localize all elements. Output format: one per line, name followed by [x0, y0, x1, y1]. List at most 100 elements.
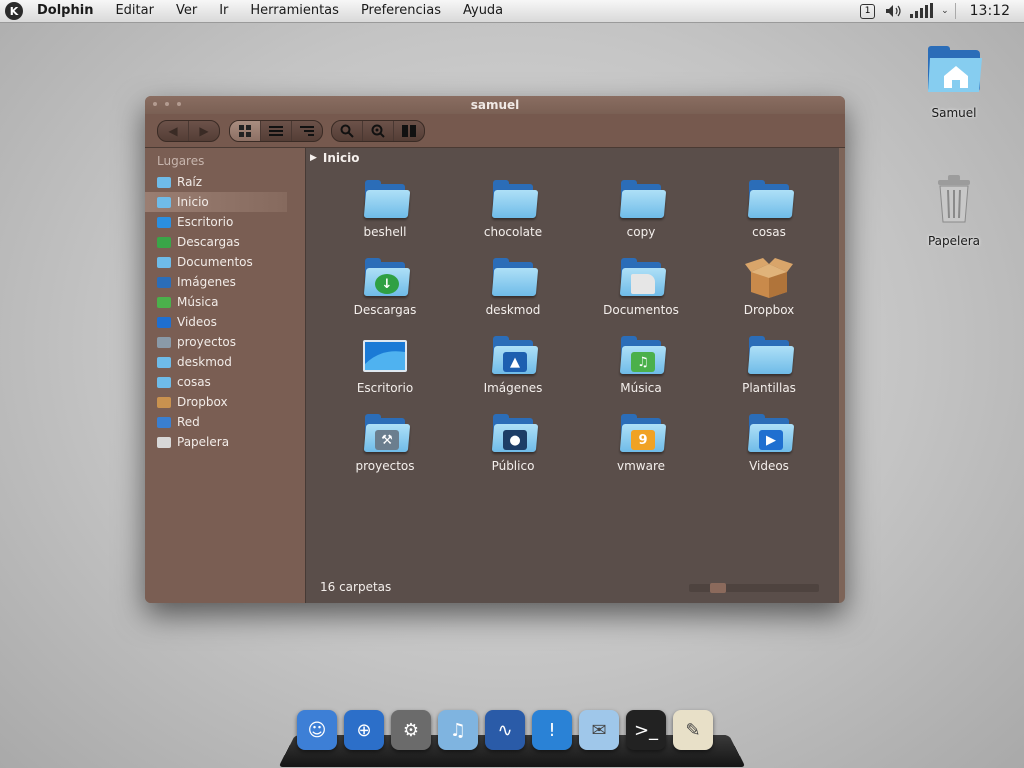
menu-app-name[interactable]: Dolphin — [29, 0, 104, 22]
itunes-icon[interactable]: ♫ — [438, 710, 478, 750]
sidebar-item-descargas[interactable]: Descargas — [145, 232, 305, 252]
mail-icon[interactable]: ✉ — [579, 710, 619, 750]
file-item-label: Escritorio — [356, 381, 414, 395]
system-tray: 1 ⌄ 13:12 — [860, 0, 1024, 22]
file-item[interactable]: 9 vmware — [577, 412, 705, 476]
sidebar-item-raiz[interactable]: Raíz — [145, 172, 305, 192]
file-item[interactable]: ▲ Imágenes — [449, 334, 577, 398]
find-button[interactable] — [363, 121, 394, 141]
terminal-icon[interactable]: >_ — [626, 710, 666, 750]
sidebar-item-inicio[interactable]: Inicio — [145, 192, 287, 212]
forward-icon: ▶ — [199, 124, 209, 138]
file-item[interactable]: Plantillas — [705, 334, 833, 398]
sidebar-item-papelera[interactable]: Papelera — [145, 432, 305, 452]
volume-icon[interactable] — [885, 4, 903, 18]
notifications-icon[interactable]: ! — [532, 710, 572, 750]
finder-icon[interactable]: ☺ — [297, 710, 337, 750]
sidebar-item-videos[interactable]: Videos — [145, 312, 305, 332]
file-item[interactable]: Escritorio — [321, 334, 449, 398]
desktop-icon-trash[interactable]: Papelera — [914, 172, 994, 248]
file-item[interactable]: copy — [577, 178, 705, 242]
maximize-dot-icon[interactable] — [177, 102, 181, 106]
menu-herramientas[interactable]: Herramientas — [239, 0, 350, 22]
projects-folder-icon — [157, 336, 171, 348]
sidebar-item-cosas[interactable]: cosas — [145, 372, 305, 392]
file-item[interactable]: deskmod — [449, 256, 577, 320]
file-item[interactable]: ♫ Música — [577, 334, 705, 398]
file-item[interactable]: Documentos — [577, 256, 705, 320]
file-item[interactable]: ⚒ proyectos — [321, 412, 449, 476]
sidebar-item-dropbox[interactable]: Dropbox — [145, 392, 305, 412]
menu-editar[interactable]: Editar — [104, 0, 165, 22]
desktop-icon-home[interactable]: Samuel — [914, 42, 994, 120]
view-mode-group — [229, 120, 323, 142]
safari-icon[interactable]: ⊕ — [344, 710, 384, 750]
file-item[interactable]: Dropbox — [705, 256, 833, 320]
places-sidebar: Lugares Raíz Inicio Escritorio Descargas… — [145, 148, 305, 603]
file-item[interactable]: ↓ Descargas — [321, 256, 449, 320]
forward-button[interactable]: ▶ — [189, 121, 219, 141]
videos-folder-icon — [157, 316, 171, 328]
signal-icon[interactable] — [909, 3, 935, 19]
close-dot-icon[interactable] — [153, 102, 157, 106]
activity-monitor-icon[interactable]: ∿ — [485, 710, 525, 750]
file-manager-window: samuel ◀ ▶ Lugares Raíz Inicio Escritori… — [145, 96, 845, 603]
file-item[interactable]: ● Público — [449, 412, 577, 476]
window-titlebar[interactable]: samuel — [145, 96, 845, 114]
file-item-label: cosas — [752, 225, 786, 239]
minimize-dot-icon[interactable] — [165, 102, 169, 106]
sidebar-item-escritorio[interactable]: Escritorio — [145, 212, 305, 232]
downloads-folder-icon — [157, 236, 171, 248]
sidebar-item-label: cosas — [177, 375, 211, 389]
triangle-right-icon: ▶ — [310, 153, 317, 163]
file-item[interactable]: ▶ Videos — [705, 412, 833, 476]
window-controls — [153, 102, 181, 106]
back-button[interactable]: ◀ — [158, 121, 189, 141]
system-preferences-icon[interactable]: ⚙ — [391, 710, 431, 750]
sidebar-item-proyectos[interactable]: proyectos — [145, 332, 305, 352]
sidebar-item-label: deskmod — [177, 355, 232, 369]
pictures-folder-icon: ▲ — [489, 334, 539, 378]
columns-view-button[interactable] — [292, 121, 322, 141]
folder-icon — [745, 178, 795, 222]
file-item[interactable]: cosas — [705, 178, 833, 242]
find-icon — [371, 124, 385, 138]
menu-ayuda[interactable]: Ayuda — [452, 0, 514, 22]
file-item-label: chocolate — [483, 225, 543, 239]
chevron-down-icon[interactable]: ⌄ — [941, 6, 949, 16]
file-item-label: Descargas — [353, 303, 417, 317]
breadcrumb[interactable]: ▶ Inicio — [306, 148, 839, 168]
trash-icon — [938, 175, 970, 223]
menu-ver[interactable]: Ver — [165, 0, 208, 22]
home-folder-icon — [928, 46, 982, 92]
music-folder-icon — [157, 296, 171, 308]
file-item[interactable]: beshell — [321, 178, 449, 242]
window-title: samuel — [470, 98, 520, 112]
file-item[interactable]: chocolate — [449, 178, 577, 242]
desktop-icon-label: Papelera — [927, 234, 981, 248]
info-icon[interactable]: 1 — [860, 3, 876, 19]
text-editor-icon[interactable]: ✎ — [673, 710, 713, 750]
kde-logo-icon[interactable]: K — [5, 2, 23, 20]
nav-button-group: ◀ ▶ — [157, 120, 220, 142]
details-view-button[interactable] — [261, 121, 292, 141]
icons-view-button[interactable] — [230, 121, 261, 141]
sidebar-item-red[interactable]: Red — [145, 412, 305, 432]
videos-folder-icon: ▶ — [745, 412, 795, 456]
sidebar-item-label: Escritorio — [177, 215, 234, 229]
split-view-button[interactable] — [394, 121, 424, 141]
file-item-label: Documentos — [603, 303, 679, 317]
menu-ir[interactable]: Ir — [208, 0, 239, 22]
zoom-slider-handle[interactable] — [709, 583, 726, 593]
sidebar-item-documentos[interactable]: Documentos — [145, 252, 305, 272]
search-button[interactable] — [332, 121, 363, 141]
pictures-folder-icon — [157, 276, 171, 288]
sidebar-item-deskmod[interactable]: deskmod — [145, 352, 305, 372]
dropbox-icon — [157, 396, 171, 408]
clock[interactable]: 13:12 — [962, 3, 1024, 19]
sidebar-item-imagenes[interactable]: Imágenes — [145, 272, 305, 292]
sidebar-item-musica[interactable]: Música — [145, 292, 305, 312]
menu-preferencias[interactable]: Preferencias — [350, 0, 452, 22]
zoom-slider[interactable] — [689, 583, 819, 593]
toolbar: ◀ ▶ — [145, 114, 845, 148]
